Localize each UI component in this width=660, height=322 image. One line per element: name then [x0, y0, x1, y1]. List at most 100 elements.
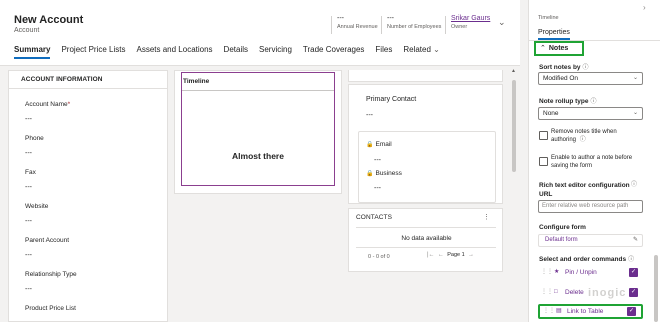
section-title: Notes: [548, 45, 569, 52]
command-label: Link to Table: [567, 308, 604, 315]
header-field-owner[interactable]: Srikar Gaurs Owner: [451, 15, 490, 30]
checkbox-checked[interactable]: ✓: [629, 288, 638, 297]
account-info-section: ACCOUNT INFORMATION Account Name* --- Ph…: [8, 70, 168, 322]
field-parent-account[interactable]: ---: [25, 252, 32, 259]
header-field-value: ---: [387, 15, 394, 22]
header-field-employees[interactable]: --- Number of Employees: [387, 15, 441, 30]
field-label-primary-contact: Primary Contact: [366, 96, 417, 103]
form-tabs: Summary Project Price Lists Assets and L…: [14, 45, 440, 59]
field-label: Business: [375, 170, 402, 177]
main-form: New Account Account --- Annual Revenue -…: [0, 0, 520, 322]
info-icon[interactable]: ⓘ: [580, 137, 586, 143]
field-label: Email: [375, 141, 392, 148]
contact-column-top: [348, 70, 503, 82]
tab-related[interactable]: Related ⌄: [403, 45, 440, 59]
command-link-to-table[interactable]: ⋮⋮ ▤ Link to Table ✓: [538, 304, 643, 319]
next-page-icon[interactable]: →: [468, 252, 474, 258]
notes-section-header[interactable]: ⌃ Notes: [534, 41, 584, 56]
header-field-annual-revenue[interactable]: --- Annual Revenue: [337, 15, 378, 30]
sort-notes-select[interactable]: Modified On ⌄: [538, 72, 643, 85]
remove-title-checkbox[interactable]: [539, 131, 548, 140]
header-field-value: ---: [337, 15, 344, 22]
field-phone[interactable]: ---: [25, 150, 32, 157]
record-title: New Account: [14, 14, 84, 26]
drag-handle-icon[interactable]: ⋮⋮: [541, 265, 553, 280]
label-text: Rich text editor configuration URL: [539, 182, 630, 198]
field-label-fax: Fax: [25, 169, 36, 176]
tab-details[interactable]: Details: [224, 45, 248, 59]
tab-trade-coverages[interactable]: Trade Coverages: [303, 45, 365, 59]
lock-icon: 🔒: [366, 171, 374, 177]
field-label-relationship-type: Relationship Type: [25, 271, 77, 278]
commands-label: Select and order commands ⓘ: [539, 254, 634, 263]
field-label-product-price-list: Product Price List: [25, 305, 76, 312]
section-divider: [9, 88, 167, 89]
timeline-heading: Timeline: [183, 78, 210, 85]
field-fax[interactable]: ---: [25, 184, 32, 191]
sort-notes-label: Sort notes by ⓘ: [539, 62, 589, 71]
note-rollup-select[interactable]: None ⌄: [538, 107, 643, 120]
chevron-down-icon[interactable]: ⌄: [498, 17, 506, 28]
author-before-save-label: Enable to author a note before saving th…: [551, 155, 633, 169]
collapse-pane-icon[interactable]: ›: [643, 3, 646, 12]
field-value: Default form: [545, 237, 578, 243]
field-label-parent-account: Parent Account: [25, 237, 70, 244]
properties-pane: › Timeline Properties ⌃ Notes Sort notes …: [528, 0, 660, 322]
tab-summary[interactable]: Summary: [14, 45, 51, 59]
timeline-control[interactable]: Timeline Almost there: [181, 72, 335, 186]
pane-scrollbar[interactable]: [654, 255, 658, 322]
pencil-icon[interactable]: ✎: [633, 235, 638, 246]
configure-form-label: Configure form: [539, 224, 586, 231]
checkbox-checked[interactable]: ✓: [629, 268, 638, 277]
timeline-divider: [182, 90, 334, 91]
checkbox-checked[interactable]: ✓: [627, 307, 636, 316]
chevron-down-icon: ⌄: [433, 45, 440, 54]
main-scrollbar[interactable]: [512, 80, 516, 172]
chevron-up-icon: ⌃: [540, 45, 546, 52]
subgrid-divider: [356, 247, 496, 248]
info-icon[interactable]: ⓘ: [590, 99, 596, 105]
field-website[interactable]: ---: [25, 218, 32, 225]
field-account-name[interactable]: ---: [25, 116, 32, 123]
more-options-icon[interactable]: ⋮: [483, 213, 490, 221]
trash-icon: □: [554, 289, 558, 295]
field-label-phone: Phone: [25, 135, 44, 142]
label-text: Sort notes by: [539, 64, 581, 71]
tab-assets-locations[interactable]: Assets and Locations: [137, 45, 213, 59]
tab-properties[interactable]: Properties: [538, 29, 570, 40]
tab-related-label: Related: [403, 45, 431, 54]
chevron-down-icon: ⌄: [632, 75, 638, 81]
info-icon[interactable]: ⓘ: [628, 257, 634, 263]
field-business: ---: [374, 185, 381, 192]
label-text: Note rollup type: [539, 98, 589, 105]
field-relationship-type[interactable]: ---: [25, 286, 32, 293]
info-icon[interactable]: ⓘ: [631, 181, 637, 190]
section-heading: ACCOUNT INFORMATION: [21, 76, 103, 83]
field-primary-contact[interactable]: ---: [366, 112, 373, 119]
info-icon[interactable]: ⓘ: [583, 65, 589, 71]
primary-contact-section: Primary Contact --- 🔒 Email --- 🔒 Business…: [348, 84, 503, 204]
prev-page-icon[interactable]: ←: [438, 252, 444, 258]
select-value: Modified On: [543, 75, 579, 82]
command-pin-unpin[interactable]: ⋮⋮ ★ Pin / Unpin ✓: [538, 265, 643, 280]
header-field-label: Number of Employees: [387, 24, 442, 30]
required-marker: *: [67, 101, 71, 108]
tab-project-price-lists[interactable]: Project Price Lists: [61, 45, 125, 59]
drag-handle-icon[interactable]: ⋮⋮: [543, 306, 555, 317]
contacts-subgrid: CONTACTS ⋮ No data available: [348, 208, 503, 272]
pager-controls: |← ← Page 1 →: [427, 252, 474, 258]
first-page-icon[interactable]: |←: [427, 252, 435, 258]
header-divider: [445, 16, 446, 34]
tab-files[interactable]: Files: [375, 45, 392, 59]
rte-config-input[interactable]: Enter relative web resource path: [538, 200, 643, 213]
header-divider: [381, 16, 382, 34]
tab-servicing[interactable]: Servicing: [259, 45, 292, 59]
drag-handle-icon[interactable]: ⋮⋮: [541, 285, 553, 300]
field-label: Account Name: [25, 101, 68, 108]
scroll-up-icon[interactable]: ▲: [511, 68, 516, 74]
watermark-logo: inogic: [588, 287, 627, 299]
record-header: New Account Account --- Annual Revenue -…: [0, 0, 520, 66]
author-before-save-checkbox[interactable]: [539, 157, 548, 166]
configure-form-field[interactable]: Default form ✎: [538, 234, 643, 247]
chevron-down-icon: ⌄: [632, 110, 638, 116]
